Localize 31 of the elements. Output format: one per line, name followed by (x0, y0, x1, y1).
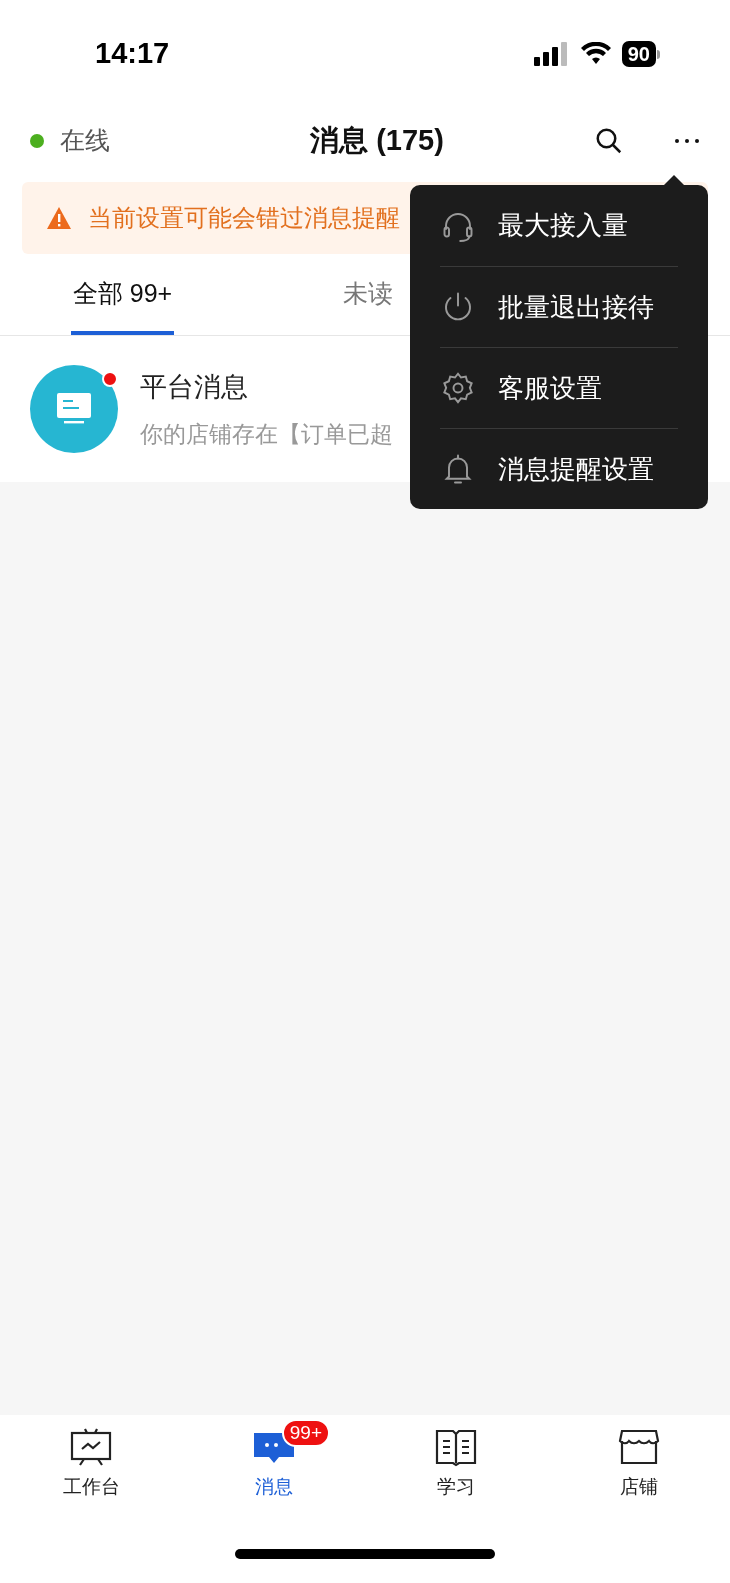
nav-tab[interactable]: 99+ 消息 (182, 1417, 365, 1502)
menu-item[interactable]: 消息提醒设置 (440, 428, 678, 509)
menu-item[interactable]: 批量退出接待 (440, 266, 678, 347)
more-icon[interactable] (674, 137, 700, 145)
message-preview: 你的店铺存在【订单已超 (140, 420, 393, 449)
presence-status[interactable]: 在线 (60, 122, 110, 160)
warning-text: 当前设置可能会错过消息提醒 (88, 203, 400, 233)
nav-label: 学习 (437, 1475, 476, 1499)
settings-icon (440, 370, 476, 406)
presentation-board-icon (69, 1427, 114, 1467)
nav-tab[interactable]: 学习 (365, 1417, 548, 1502)
conversation-name[interactable]: 平台消息 (140, 366, 393, 407)
tab[interactable]: 全部 99+ (70, 256, 175, 335)
nav-label: 店铺 (619, 1475, 658, 1499)
warning-icon (46, 206, 72, 230)
count-badge: 99+ (281, 1419, 330, 1447)
book-icon (434, 1427, 479, 1467)
tab[interactable]: 未读 (340, 256, 395, 335)
nav-tab[interactable]: 店铺 (547, 1417, 730, 1502)
signal-icon (533, 42, 570, 66)
menu-item[interactable]: 客服设置 (440, 347, 678, 428)
nav-label: 工作台 (62, 1475, 120, 1499)
wifi-icon (579, 42, 612, 66)
search-icon[interactable] (594, 126, 624, 156)
page-title: 消息 (175) (309, 123, 445, 159)
battery-level: 90 (621, 41, 656, 67)
store-icon (616, 1427, 661, 1467)
nav-label: 消息 (254, 1475, 293, 1499)
monitor-icon (57, 393, 91, 425)
nav-tab[interactable]: 工作台 (0, 1417, 183, 1502)
status-time: 14:17 (95, 36, 170, 72)
